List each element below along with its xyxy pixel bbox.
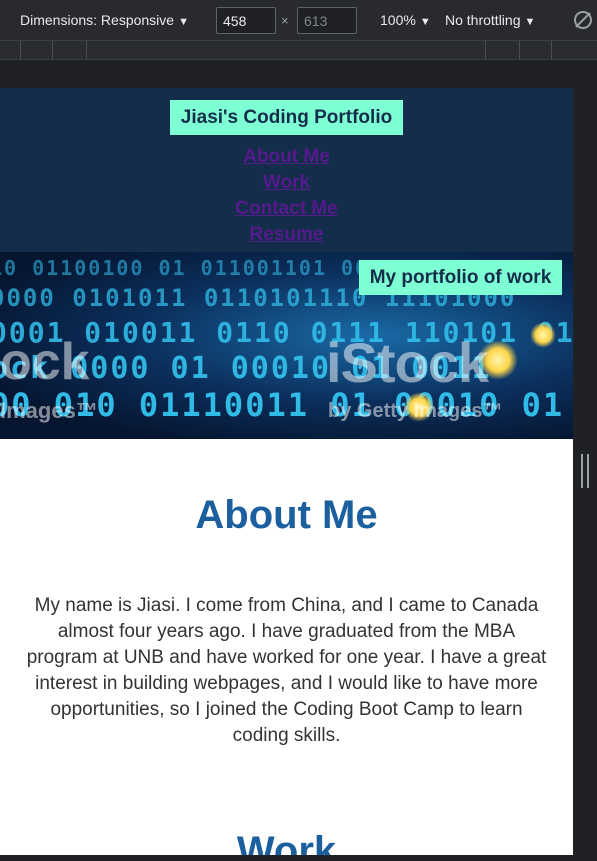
throttling-label: No throttling [445,12,521,28]
hero-image: 10 01100100 01 011001101 0011 0000 01010… [0,252,573,439]
watermark-text: Images™ [0,398,98,423]
emulated-viewport: Jiasi's Coding Portfolio About Me Work C… [0,88,573,855]
watermark-text: ock [0,333,90,391]
throttling-dropdown[interactable]: No throttling ▼ [445,12,535,28]
hero-badge: My portfolio of work [359,260,562,295]
media-query-ruler[interactable] [0,40,597,60]
ruler-tick [52,41,53,59]
viewport-bottom-gutter [0,855,573,861]
dimensions-dropdown[interactable]: Dimensions: Responsive ▼ [20,12,189,28]
about-heading: About Me [195,493,378,537]
width-input[interactable] [216,7,276,34]
chevron-down-icon: ▼ [524,16,536,28]
ruler-tick [20,41,21,59]
ruler-tick [519,41,520,59]
watermark-text: iStock [326,331,489,394]
work-heading: Work [236,829,337,855]
chevron-down-icon: ▼ [178,16,189,28]
nav-link-contact-me[interactable]: Contact Me [0,196,573,222]
rotate-icon[interactable] [574,11,592,29]
zoom-dropdown[interactable]: 100% ▼ [380,12,431,28]
times-icon: × [281,13,289,28]
viewport-top-gutter [0,60,597,88]
resize-handle-icon[interactable] [581,454,589,488]
light-glow [530,322,556,348]
watermark-text: by Getty Images™ [328,400,503,422]
dimensions-label: Dimensions: Responsive [20,12,175,28]
site-nav: About Me Work Contact Me Resume [0,144,573,248]
ruler-tick [485,41,486,59]
main-content: About Me My name is Jiasi. I come from C… [0,439,573,855]
ruler-tick [86,41,87,59]
site-header: Jiasi's Coding Portfolio About Me Work C… [0,88,573,252]
chevron-down-icon: ▼ [419,16,431,28]
viewport-right-gutter [573,88,597,861]
nav-link-about-me[interactable]: About Me [0,144,573,170]
nav-link-work[interactable]: Work [0,170,573,196]
site-title: Jiasi's Coding Portfolio [170,100,403,135]
zoom-label: 100% [380,12,416,28]
ruler-tick [551,41,552,59]
about-paragraph: My name is Jiasi. I come from China, and… [26,595,547,746]
devtools-device-toolbar: Dimensions: Responsive▼ × 100%▼ No throt… [0,0,597,40]
nav-link-resume[interactable]: Resume [0,222,573,248]
height-input[interactable] [297,7,357,34]
